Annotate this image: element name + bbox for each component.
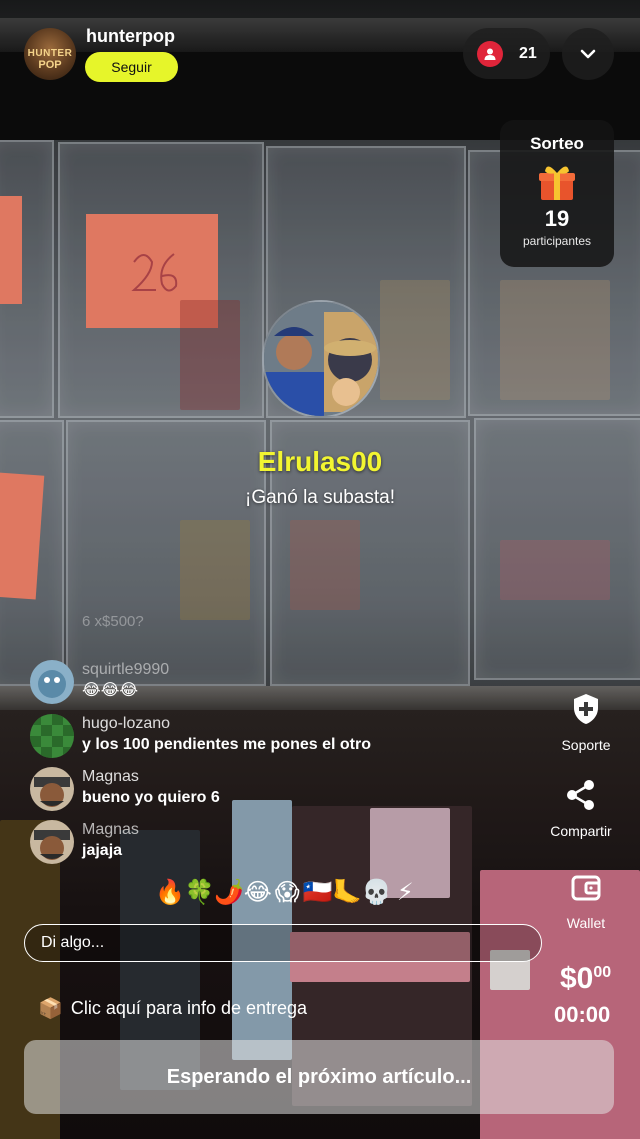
emoji-reactions: 🔥 🍀 🌶️ 😂 😱 🇨🇱 🦶 💀 ⚡ [155,878,420,908]
chat-avatar[interactable] [30,767,74,811]
support-label: Soporte [561,737,611,753]
chat-username[interactable]: Magnas [82,767,220,787]
winner-name[interactable]: Elrulas00 [0,446,640,478]
emoji-foot[interactable]: 🦶 [332,878,362,908]
viewer-count: 21 [519,44,537,62]
host-avatar-text-bottom: POP [38,59,62,71]
chat-avatar[interactable] [30,714,74,758]
waiting-next-item-button[interactable]: Esperando el próximo artículo... [24,1040,614,1114]
winner-avatar [262,300,380,418]
giveaway-count: 19 [544,206,570,231]
emoji-flag-chile[interactable]: 🇨🇱 [303,878,333,908]
chat-text: jajaja [82,842,123,859]
share-button[interactable]: Compartir [536,778,626,839]
price-value: $0 [560,962,594,995]
emoji-scream[interactable]: 😱 [273,878,302,908]
chat-text: y los 100 pendientes me pones el otro [82,736,371,753]
wallet-label: Wallet [566,915,606,931]
emoji-pepper[interactable]: 🌶️ [214,878,244,908]
giveaway-card[interactable]: Sorteo 19 participantes [500,120,614,267]
chat-message: hugo-lozano y los 100 pendientes me pone… [30,714,371,758]
chat-username[interactable]: Magnas [82,820,139,840]
current-price: $000 [560,962,611,996]
chat-avatar[interactable] [30,820,74,864]
share-icon [567,780,594,810]
chat-input[interactable] [24,924,542,962]
emoji-fire[interactable]: 🔥 [155,878,185,908]
host-avatar[interactable]: HUNTER POP [24,28,76,80]
viewer-count-button[interactable]: 21 [463,28,550,79]
chat-username[interactable]: squirtle9990 [82,660,169,680]
share-label: Compartir [550,823,612,839]
chat-avatar[interactable] [30,660,74,704]
support-button[interactable]: Soporte [541,692,631,753]
host-name[interactable]: hunterpop [86,26,175,47]
follow-button[interactable]: Seguir [85,52,178,82]
wallet-icon [571,875,601,901]
wallet-button[interactable]: Wallet [541,872,631,931]
collapse-button[interactable] [562,28,614,80]
chat-text: 😂😂😂 [82,682,139,699]
giveaway-subtitle: participantes [522,234,592,248]
emoji-clover[interactable]: 🍀 [185,878,215,908]
giveaway-title: Sorteo [530,134,584,153]
emoji-laugh[interactable]: 😂 [244,878,273,908]
chat-username[interactable]: hugo-lozano [82,714,371,734]
chat-message: Magnas jajaja [30,820,139,864]
delivery-info-text: Clic aquí para info de entrega [70,998,308,1018]
chevron-down-icon [580,49,596,59]
chat-message: Magnas bueno yo quiero 6 [30,767,220,811]
delivery-info-link[interactable]: 📦 Clic aquí para info de entrega [38,996,307,1021]
gift-icon [537,162,577,202]
user-icon [477,40,503,67]
winner-message: ¡Ganó la subasta! [245,487,395,508]
price-cents: 00 [593,964,612,981]
auction-timer: 00:00 [554,1002,611,1027]
shield-plus-icon [574,694,598,724]
emoji-skull[interactable]: 💀 [362,878,392,908]
chat-faded-message: 6 x$500? [82,613,144,630]
chat-text: bueno yo quiero 6 [82,789,220,806]
emoji-lightning[interactable]: ⚡ [391,878,420,908]
host-avatar-text-top: HUNTER [27,48,73,59]
chat-message: squirtle9990 😂😂😂 [30,660,169,704]
package-icon: 📦 [38,998,63,1020]
